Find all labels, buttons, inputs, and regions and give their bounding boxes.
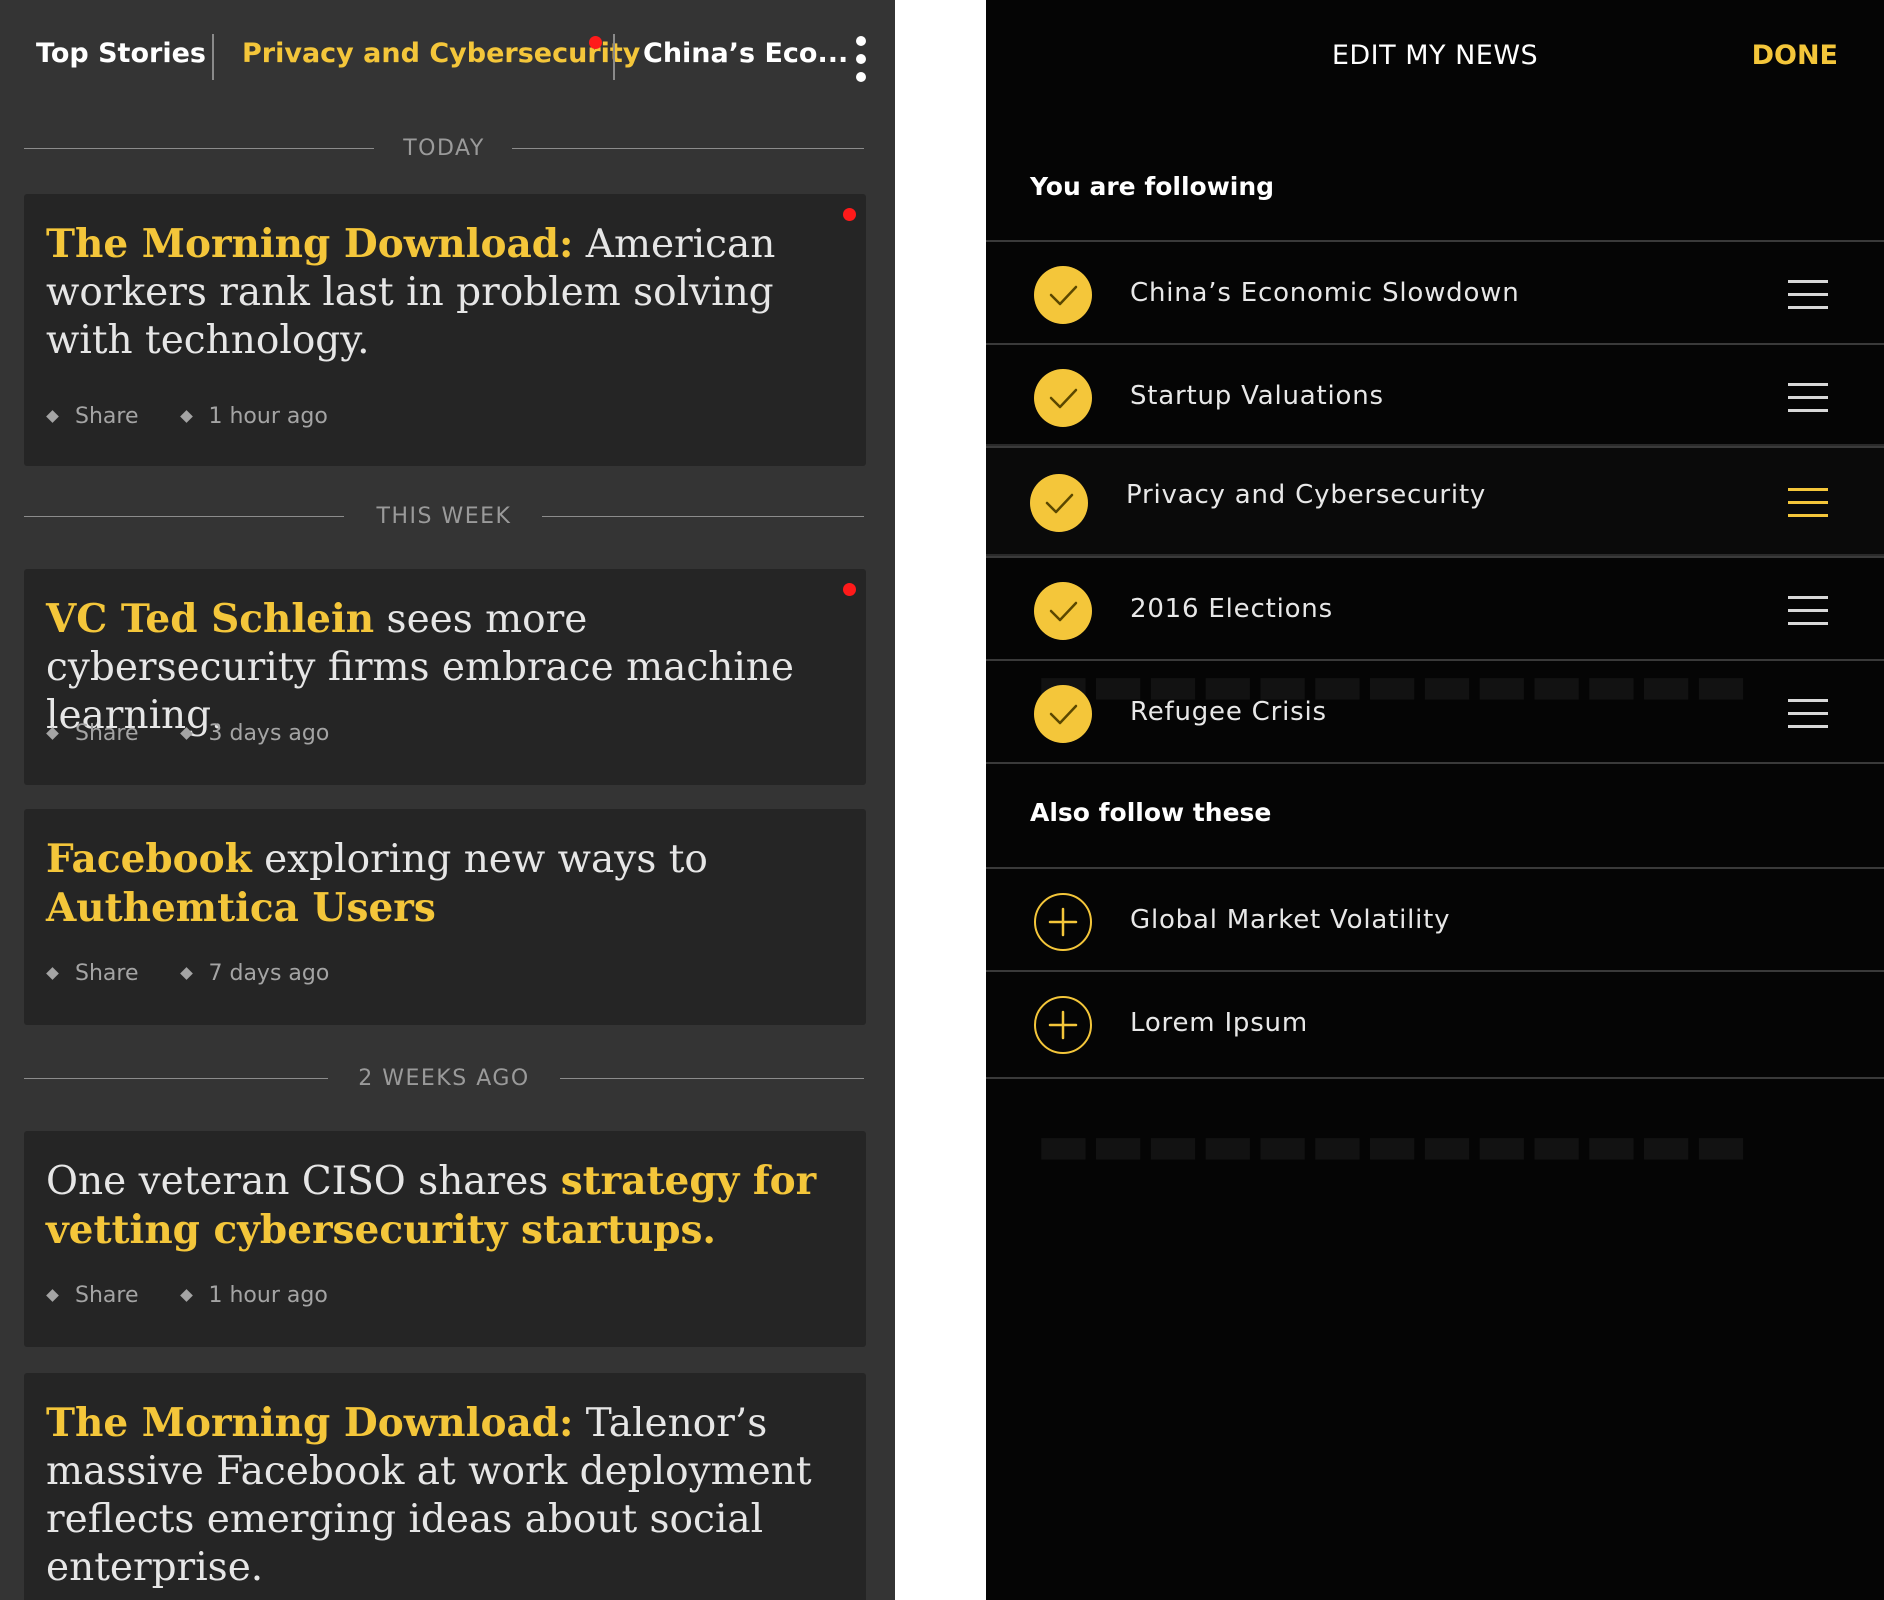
diamond-icon — [179, 727, 193, 740]
timestamp: 1 hour ago — [179, 404, 328, 429]
suggested-topic-row[interactable]: Global Market Volatility — [986, 867, 1884, 970]
story-meta: Share 3 days ago — [46, 721, 365, 746]
tab-china-economy[interactable]: China’s Eco... — [643, 38, 848, 69]
followed-topic-row[interactable]: 2016 Elections — [986, 556, 1884, 659]
share-button[interactable]: Share — [46, 721, 139, 746]
diamond-icon — [179, 1289, 193, 1302]
timestamp: 3 days ago — [179, 721, 329, 746]
section-divider-2-weeks-ago: 2 WEEKS AGO — [24, 1064, 864, 1094]
done-button[interactable]: DONE — [1752, 40, 1838, 71]
diamond-icon — [179, 410, 193, 423]
topic-label: China’s Economic Slowdown — [1130, 278, 1520, 308]
story-headline[interactable]: The Morning Download: American workers r… — [46, 220, 856, 365]
topic-label: Privacy and Cybersecurity — [1126, 480, 1487, 510]
story-card[interactable]: VC Ted Schlein sees more cybersecurity f… — [24, 569, 866, 785]
check-icon[interactable] — [1034, 685, 1092, 743]
diamond-icon — [46, 410, 59, 423]
share-button[interactable]: Share — [46, 1283, 139, 1308]
story-headline[interactable]: One veteran CISO shares strategy for vet… — [46, 1157, 856, 1255]
diamond-icon — [46, 967, 59, 980]
topic-label: Global Market Volatility — [1130, 905, 1451, 935]
drag-handle-icon[interactable] — [1788, 383, 1828, 413]
story-headline[interactable]: Facebook exploring new ways to Authemtic… — [46, 835, 856, 933]
check-icon[interactable] — [1030, 474, 1088, 532]
story-headline[interactable]: The Morning Download: Talenor’s massive … — [46, 1399, 856, 1592]
check-icon[interactable] — [1034, 369, 1092, 427]
edit-header: EDIT MY NEWS DONE — [986, 0, 1884, 120]
background-ghost-shape: ▬▬▬▬▬▬▬▬▬▬▬▬▬ — [1036, 1110, 1749, 1178]
add-icon[interactable] — [1034, 893, 1092, 951]
more-options-icon[interactable] — [851, 36, 871, 82]
topic-label: Refugee Crisis — [1130, 697, 1327, 727]
share-button[interactable]: Share — [46, 404, 139, 429]
followed-topic-row[interactable]: Startup Valuations — [986, 343, 1884, 446]
diamond-icon — [179, 967, 193, 980]
story-headline[interactable]: VC Ted Schlein sees more cybersecurity f… — [46, 595, 856, 740]
tab-separator — [613, 34, 615, 80]
tab-top-stories[interactable]: Top Stories — [36, 38, 206, 69]
section-divider-this-week: THIS WEEK — [24, 502, 864, 532]
tab-privacy-cybersecurity[interactable]: Privacy and Cybersecurity — [242, 38, 640, 69]
story-meta: Share 7 days ago — [46, 961, 365, 986]
diamond-icon — [46, 727, 59, 740]
timestamp: 7 days ago — [179, 961, 329, 986]
drag-handle-icon[interactable] — [1788, 280, 1828, 310]
topic-label: Lorem Ipsum — [1130, 1008, 1308, 1038]
share-button[interactable]: Share — [46, 961, 139, 986]
check-icon[interactable] — [1034, 582, 1092, 640]
tab-separator — [212, 34, 214, 80]
story-card[interactable]: The Morning Download: American workers r… — [24, 194, 866, 466]
topic-label: 2016 Elections — [1130, 594, 1333, 624]
story-meta: Share 1 hour ago — [46, 404, 364, 429]
story-meta: Share 1 hour ago — [46, 1283, 364, 1308]
add-icon[interactable] — [1034, 996, 1092, 1054]
diamond-icon — [46, 1289, 59, 1302]
section-divider-today: TODAY — [24, 134, 864, 164]
followed-topic-row[interactable]: Refugee Crisis — [986, 659, 1884, 764]
suggested-topic-row[interactable]: Lorem Ipsum — [986, 970, 1884, 1079]
news-feed-panel: Top Stories Privacy and Cybersecurity Ch… — [0, 0, 895, 1600]
followed-topic-row[interactable]: China’s Economic Slowdown — [986, 240, 1884, 343]
section-label: TODAY — [403, 136, 485, 161]
followed-topic-row-dragging[interactable]: Privacy and Cybersecurity — [986, 446, 1884, 554]
topic-label: Startup Valuations — [1130, 381, 1384, 411]
drag-handle-icon[interactable] — [1788, 596, 1828, 626]
drag-handle-icon[interactable] — [1788, 488, 1828, 518]
drag-handle-icon[interactable] — [1788, 699, 1828, 729]
edit-my-news-panel: ▬▬▬▬▬▬▬▬▬▬▬▬▬ ▬▬▬▬▬▬▬▬▬▬▬▬▬ EDIT MY NEWS… — [986, 0, 1884, 1600]
check-icon[interactable] — [1034, 266, 1092, 324]
also-follow-heading: Also follow these — [1030, 798, 1272, 827]
following-heading: You are following — [1030, 172, 1275, 201]
section-label: THIS WEEK — [376, 504, 512, 529]
story-card[interactable]: Facebook exploring new ways to Authemtic… — [24, 809, 866, 1025]
timestamp: 1 hour ago — [179, 1283, 328, 1308]
story-card[interactable]: The Morning Download: Talenor’s massive … — [24, 1373, 866, 1600]
story-card[interactable]: One veteran CISO shares strategy for vet… — [24, 1131, 866, 1347]
unread-dot — [589, 36, 602, 49]
topic-tabs: Top Stories Privacy and Cybersecurity Ch… — [0, 0, 895, 112]
section-label: 2 WEEKS AGO — [358, 1066, 530, 1091]
page-title: EDIT MY NEWS — [1331, 40, 1539, 71]
